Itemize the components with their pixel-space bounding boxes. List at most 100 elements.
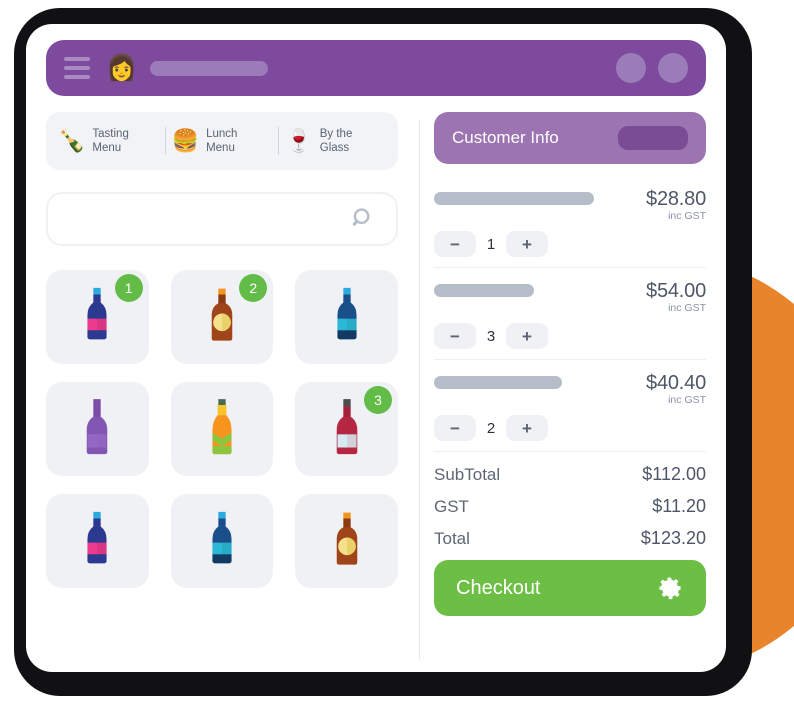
screenshot-stage: 👩 🍾 Tasting Menu 🍔 Lunch Menu 🍷 By the G… — [0, 0, 794, 720]
panel-divider — [419, 120, 420, 660]
quantity-value: 3 — [486, 327, 496, 345]
menu-tab-label-line2: Glass — [319, 142, 350, 154]
total-row: SubTotal $112.00 — [434, 464, 706, 485]
quantity-stepper: − 2 + — [434, 415, 706, 441]
product-tile[interactable] — [46, 382, 149, 476]
minus-icon: − — [450, 418, 460, 438]
decrease-quantity-button[interactable]: − — [434, 231, 476, 257]
cart-item-name-placeholder — [434, 376, 562, 389]
order-totals: SubTotal $112.00 GST $11.20 Total $123.20 — [434, 464, 706, 549]
header-placeholder-bar — [150, 60, 268, 76]
cart-item-top: $28.80 inc GST — [434, 188, 706, 222]
hamburger-icon[interactable] — [64, 57, 90, 79]
cart-item-name-placeholder — [434, 284, 534, 297]
order-panel: Customer Info $28.80 inc GST − 1 + $54.0… — [434, 112, 706, 658]
plus-icon: + — [522, 418, 532, 438]
app-header: 👩 — [46, 40, 706, 96]
product-tile[interactable]: 3 — [295, 382, 398, 476]
product-tile[interactable]: 1 — [46, 270, 149, 364]
cart-item-price-block: $54.00 inc GST — [646, 280, 706, 314]
product-tile[interactable] — [170, 382, 274, 476]
cart-item-tax-note: inc GST — [668, 394, 706, 406]
bottle-blue-pink-icon — [75, 286, 119, 349]
tasting-menu-icon: 🍾 — [58, 128, 86, 153]
product-quantity-badge: 3 — [363, 386, 392, 414]
product-tile[interactable] — [295, 494, 398, 588]
cart-item-row: $40.40 inc GST − 2 + — [434, 360, 706, 452]
cart-item-tax-note: inc GST — [668, 302, 706, 314]
total-value: $112.00 — [642, 464, 706, 484]
quantity-stepper: − 1 + — [434, 231, 706, 257]
cart-item-row: $54.00 inc GST − 3 + — [434, 268, 706, 360]
increase-quantity-button[interactable]: + — [506, 231, 548, 257]
total-row: GST $11.20 — [434, 496, 706, 517]
product-quantity-badge: 2 — [239, 274, 268, 302]
decrease-quantity-button[interactable]: − — [434, 323, 476, 349]
cart-item-top: $40.40 inc GST — [434, 372, 706, 406]
customer-info-action-pill[interactable] — [618, 126, 688, 150]
cart-item-price: $40.40 — [646, 372, 706, 394]
product-tile[interactable] — [46, 494, 149, 588]
product-grid: 1 2 3 — [46, 270, 398, 588]
bottle-brown-beer-icon — [200, 286, 244, 349]
bottle-blue-pink-2-icon — [75, 510, 119, 573]
menu-tab-label-line2: Menu — [206, 142, 235, 154]
total-value: $123.20 — [640, 528, 706, 548]
increase-quantity-button[interactable]: + — [506, 323, 548, 349]
bottle-blue-striped-2-icon — [200, 510, 244, 573]
header-circle-button-2[interactable] — [658, 53, 688, 83]
header-actions — [616, 53, 688, 83]
bottle-brown-beer-2-icon — [325, 510, 369, 573]
total-label: GST — [434, 497, 469, 516]
by-the-glass-icon: 🍷 — [285, 128, 313, 153]
quantity-stepper: − 3 + — [434, 323, 706, 349]
total-value: $11.20 — [652, 496, 706, 516]
cart-item-row: $28.80 inc GST − 1 + — [434, 176, 706, 268]
product-tile[interactable] — [295, 270, 398, 364]
header-circle-button-1[interactable] — [616, 53, 646, 83]
cart-item-price: $28.80 — [646, 188, 706, 210]
menu-tab-label-line1: By the — [319, 127, 353, 140]
menu-tab-lunch[interactable]: 🍔 Lunch Menu — [166, 127, 279, 156]
bottle-red-wine-icon — [325, 397, 369, 462]
cart-item-top: $54.00 inc GST — [434, 280, 706, 314]
cart-item-price-block: $40.40 inc GST — [646, 372, 706, 406]
bottle-green-orange-icon — [200, 397, 244, 462]
quantity-value: 2 — [486, 419, 496, 437]
decrease-quantity-button[interactable]: − — [434, 415, 476, 441]
total-row: Total $123.20 — [434, 528, 706, 549]
menu-tab-tasting[interactable]: 🍾 Tasting Menu — [52, 127, 165, 156]
menu-tab-label-line2: Menu — [92, 142, 122, 154]
menu-tab-label: Lunch Menu — [206, 127, 237, 156]
menu-tab-label: Tasting Menu — [92, 127, 128, 156]
bottle-purple-icon — [75, 397, 119, 462]
customer-info-bar[interactable]: Customer Info — [434, 112, 706, 164]
user-avatar[interactable]: 👩 — [106, 53, 137, 83]
search-input[interactable] — [68, 210, 350, 228]
quantity-value: 1 — [486, 235, 496, 253]
menu-tab-label: By the Glass — [320, 127, 353, 156]
minus-icon: − — [450, 234, 460, 254]
bottle-blue-striped-icon — [325, 286, 369, 349]
product-quantity-badge: 1 — [114, 274, 143, 302]
checkout-button[interactable]: Checkout — [434, 560, 706, 616]
gear-icon — [659, 577, 682, 600]
search-bar[interactable] — [46, 192, 398, 246]
product-tile[interactable]: 2 — [170, 270, 274, 364]
cart-item-list: $28.80 inc GST − 1 + $54.00 inc GST − 3 — [434, 176, 706, 452]
cart-item-name-placeholder — [434, 192, 594, 205]
customer-info-label: Customer Info — [452, 128, 559, 147]
tablet-screen: 👩 🍾 Tasting Menu 🍔 Lunch Menu 🍷 By the G… — [26, 24, 726, 672]
lunch-menu-icon: 🍔 — [171, 128, 200, 153]
checkout-label: Checkout — [456, 576, 541, 599]
cart-item-tax-note: inc GST — [668, 210, 706, 222]
increase-quantity-button[interactable]: + — [506, 415, 548, 441]
plus-icon: + — [522, 234, 532, 254]
product-tile[interactable] — [170, 494, 274, 588]
menu-tab-label-line1: Tasting — [92, 127, 129, 140]
cart-item-price: $54.00 — [646, 280, 706, 302]
total-label: SubTotal — [434, 465, 501, 484]
menu-tab-label-line1: Lunch — [206, 127, 238, 140]
search-icon[interactable] — [350, 206, 376, 232]
menu-tab-by-the-glass[interactable]: 🍷 By the Glass — [279, 127, 392, 156]
